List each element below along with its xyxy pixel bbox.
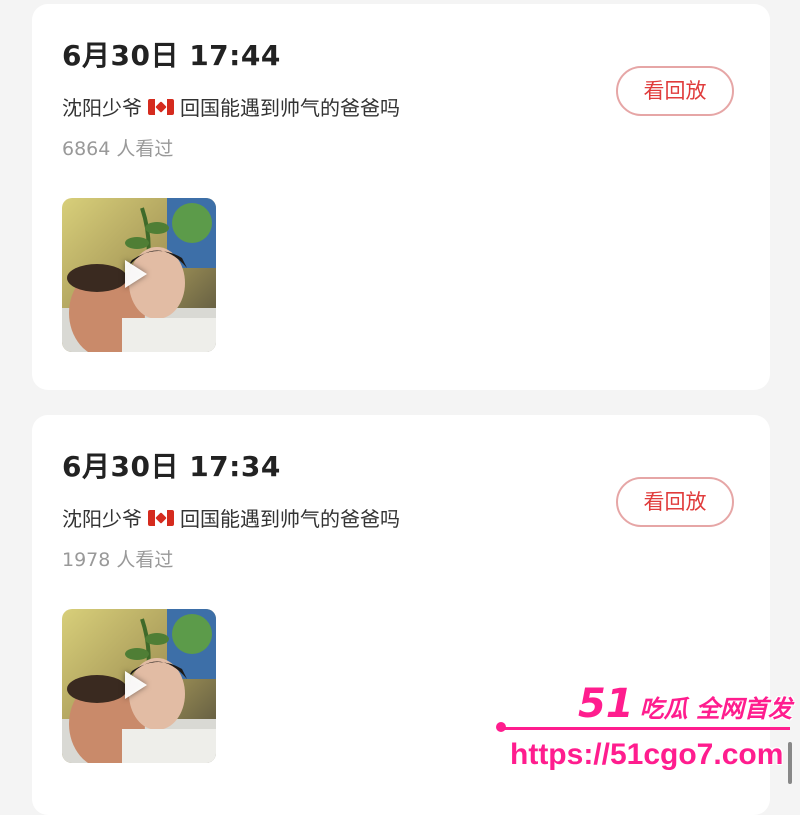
watch-replay-button[interactable]: 看回放: [616, 66, 734, 116]
session-time: 6月30日 17:44: [62, 39, 281, 72]
title-suffix: 回国能遇到帅气的爸爸吗: [180, 507, 400, 531]
watermark-divider: [500, 727, 790, 730]
watermark-url: https://51cgo7.com: [510, 738, 784, 771]
title-suffix: 回国能遇到帅气的爸爸吗: [180, 96, 400, 120]
live-session-card[interactable]: 6月30日 17:44 沈阳少爷 回国能遇到帅气的爸爸吗 6864 人看过 看回…: [32, 4, 770, 390]
canada-flag-icon: [148, 509, 174, 526]
canada-flag-icon: [148, 98, 174, 115]
scrollbar[interactable]: [788, 742, 792, 784]
watermark-dot: [496, 722, 506, 732]
viewer-count: 6864 人看过: [62, 138, 174, 160]
watermark-number: 51: [577, 681, 634, 727]
viewer-count: 1978 人看过: [62, 549, 174, 571]
session-title: 沈阳少爷 回国能遇到帅气的爸爸吗: [62, 92, 400, 121]
watermark-logo: 51 吃瓜 全网首发: [578, 684, 792, 724]
session-time: 6月30日 17:34: [62, 450, 281, 483]
watch-replay-button[interactable]: 看回放: [616, 477, 734, 527]
video-thumbnail[interactable]: [62, 198, 216, 352]
play-icon: [125, 671, 147, 699]
video-thumbnail[interactable]: [62, 609, 216, 763]
title-prefix: 沈阳少爷: [62, 96, 142, 120]
session-title: 沈阳少爷 回国能遇到帅气的爸爸吗: [62, 503, 400, 532]
title-prefix: 沈阳少爷: [62, 507, 142, 531]
play-icon: [125, 260, 147, 288]
watermark-text: 吃瓜 全网首发: [639, 695, 792, 723]
